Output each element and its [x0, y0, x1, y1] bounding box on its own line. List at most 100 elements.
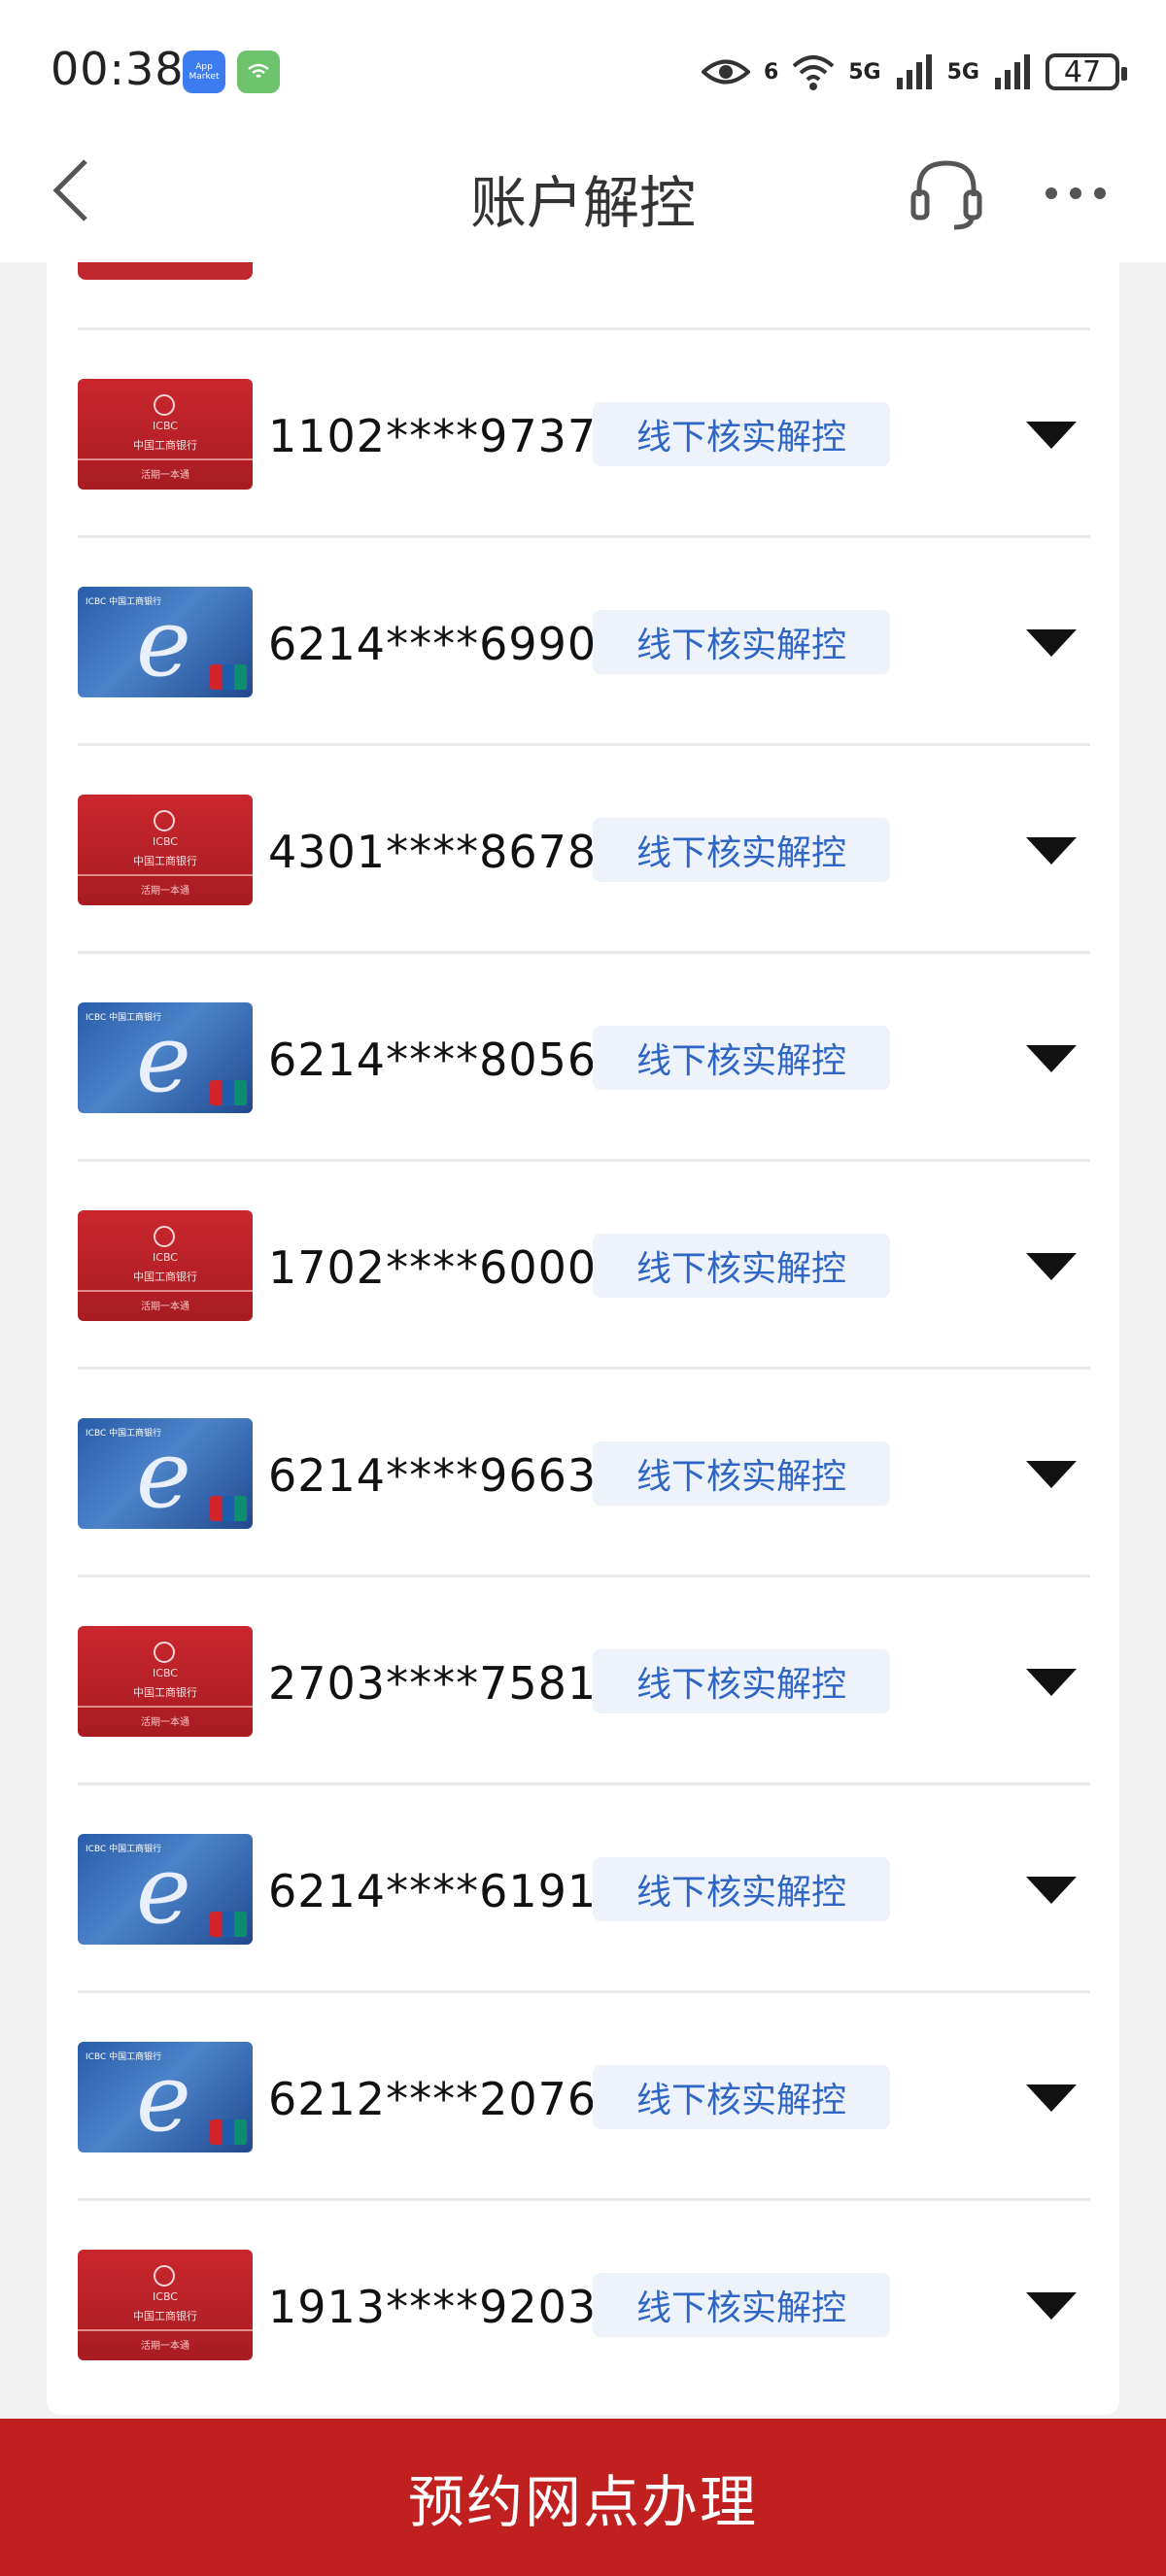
unionpay-icon: [210, 1496, 247, 1521]
card-bank-name: 中国工商银行: [133, 1271, 197, 1283]
more-button[interactable]: [1042, 179, 1110, 212]
caret-down-icon: [1026, 1669, 1077, 1696]
card-stripe: [78, 1706, 253, 1708]
card-bank-name: 中国工商银行: [133, 439, 197, 452]
e-logo-icon: e: [136, 1420, 191, 1529]
e-logo-icon: e: [136, 589, 191, 697]
book-branch-button[interactable]: 预约网点办理: [0, 2419, 1166, 2576]
status-badge: 线下核实解控: [593, 1649, 890, 1713]
card-brand-text: ICBC: [153, 1251, 178, 1264]
icbc-logo-icon: [154, 2265, 175, 2287]
card-product-name: 活期一本通: [141, 2341, 189, 2352]
card-brand-text: ICBC: [153, 1667, 178, 1679]
expand-button[interactable]: [1024, 420, 1079, 455]
battery-level: 47: [1063, 54, 1102, 89]
bank-card-image: ICBC 中国工商银行 活期一本通: [78, 379, 253, 490]
caret-down-icon: [1026, 2292, 1077, 2320]
caret-down-icon: [1026, 1045, 1077, 1072]
caret-down-icon: [1026, 629, 1077, 657]
expand-button[interactable]: [1024, 1875, 1079, 1910]
expand-button[interactable]: [1024, 1251, 1079, 1286]
wifi-app-icon: [237, 51, 280, 93]
battery-icon: 47: [1046, 53, 1127, 90]
card-stripe: [78, 2329, 253, 2331]
status-badge: 线下核实解控: [593, 1026, 890, 1090]
status-badge: 线下核实解控: [593, 1234, 890, 1298]
signal-icon: [995, 54, 1030, 89]
bank-card-image: ICBC 中国工商银行 e: [78, 587, 253, 697]
bank-card-image: ICBC 中国工商银行 活期一本通: [78, 795, 253, 905]
account-row[interactable]: ICBC 中国工商银行 e 6212****2076 线下核实解控: [78, 1993, 1090, 2201]
bank-card-image: ICBC 中国工商银行 e: [78, 1834, 253, 1945]
icbc-logo-icon: [154, 1226, 175, 1247]
bank-card-image: ICBC 中国工商银行 活期一本通: [78, 1210, 253, 1321]
expand-button[interactable]: [1024, 2290, 1079, 2325]
status-icons: 6 5G 5G 47: [701, 47, 1127, 97]
unionpay-icon: [210, 1912, 247, 1937]
account-number: 1913****9203: [268, 2281, 598, 2333]
account-row[interactable]: ICBC 中国工商银行 e 6214****6191 线下核实解控: [78, 1785, 1090, 1993]
account-number: 1102****9737: [268, 410, 598, 462]
expand-button[interactable]: [1024, 1667, 1079, 1702]
account-row[interactable]: ICBC 中国工商银行 活期一本通 1102****9737 线下核实解控: [78, 330, 1090, 538]
card-stripe: [78, 874, 253, 876]
e-logo-icon: e: [136, 1004, 191, 1113]
unionpay-icon: [210, 664, 247, 690]
expand-button[interactable]: [1024, 627, 1079, 662]
account-row[interactable]: ICBC 中国工商银行 活期一本通 1913****9203 线下核实解控: [78, 2201, 1090, 2409]
card-bank-name: 中国工商银行: [133, 855, 197, 867]
unionpay-icon: [210, 2119, 247, 2145]
account-number: 4301****8678: [268, 826, 598, 878]
bank-card-image: ICBC 中国工商银行 活期一本通: [78, 1626, 253, 1737]
status-badge: 线下核实解控: [593, 1857, 890, 1921]
caret-down-icon: [1026, 1461, 1077, 1488]
card-brand-text: ICBC: [153, 835, 178, 848]
card-product-name: 活期一本通: [141, 1302, 189, 1312]
caret-down-icon: [1026, 1253, 1077, 1280]
card-bank-name: 中国工商银行: [133, 2310, 197, 2322]
account-row[interactable]: ICBC 中国工商银行 e 6214****6990 线下核实解控: [78, 538, 1090, 746]
status-badge: 线下核实解控: [593, 818, 890, 882]
account-row[interactable]: ICBC 中国工商银行 活期一本通 2703****7581 线下核实解控: [78, 1577, 1090, 1785]
customer-service-button[interactable]: [909, 155, 983, 237]
account-row[interactable]: ICBC 中国工商银行 e 6214****8056 线下核实解控: [78, 954, 1090, 1162]
card-product-name: 活期一本通: [141, 1717, 189, 1728]
card-brand-text: ICBC: [153, 2290, 178, 2303]
icbc-logo-icon: [154, 394, 175, 416]
caret-down-icon: [1026, 422, 1077, 449]
bank-card-image: ICBC 中国工商银行 e: [78, 2042, 253, 2152]
expand-button[interactable]: [1024, 835, 1079, 870]
card-stripe: [78, 1290, 253, 1292]
account-number: 6214****8056: [268, 1034, 598, 1086]
account-row[interactable]: ICBC 中国工商银行 e 6214****9663 线下核实解控: [78, 1370, 1090, 1577]
account-number: 6212****2076: [268, 2073, 598, 2125]
expand-button[interactable]: [1024, 1459, 1079, 1494]
account-number: 2703****7581: [268, 1657, 598, 1710]
card-stripe: [78, 458, 253, 460]
caret-down-icon: [1026, 1877, 1077, 1904]
status-badge: 线下核实解控: [593, 1441, 890, 1506]
wifi-standard-label: 6: [763, 59, 779, 85]
status-time: 00:38: [51, 43, 185, 95]
app-market-label: App Market: [189, 62, 220, 82]
icbc-logo-icon: [154, 1642, 175, 1663]
account-row[interactable]: ICBC 中国工商银行 活期一本通 1702****6000 线下核实解控: [78, 1162, 1090, 1370]
bank-card-image: ICBC 中国工商银行 e: [78, 1418, 253, 1529]
signal-icon: [896, 54, 932, 89]
card-image-partial: [78, 262, 253, 280]
e-logo-icon: e: [136, 1836, 191, 1945]
expand-button[interactable]: [1024, 1043, 1079, 1078]
e-logo-icon: e: [136, 2044, 191, 2152]
account-number: 6214****6191: [268, 1865, 598, 1917]
network-type-label-2: 5G: [946, 59, 979, 85]
account-row[interactable]: ICBC 中国工商银行 活期一本通 4301****8678 线下核实解控: [78, 746, 1090, 954]
status-badge: 线下核实解控: [593, 610, 890, 674]
page-title: 账户解控: [469, 170, 696, 236]
expand-button[interactable]: [1024, 2083, 1079, 2118]
card-brand-text: ICBC: [153, 420, 178, 432]
caret-down-icon: [1026, 837, 1077, 864]
more-horizontal-icon: [1046, 187, 1106, 199]
headset-icon: [910, 160, 982, 230]
account-number: 6214****9663: [268, 1449, 598, 1502]
status-badge: 线下核实解控: [593, 402, 890, 466]
